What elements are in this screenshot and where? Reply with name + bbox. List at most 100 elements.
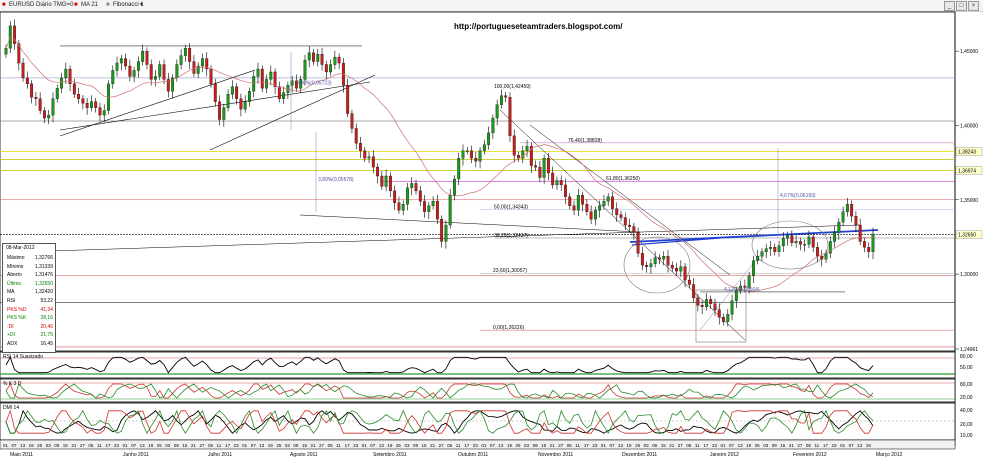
candle-body [572, 205, 576, 211]
indicator-tick-label: 50,00 [960, 365, 973, 371]
candle-body [94, 101, 98, 108]
info-key: +DI [7, 332, 15, 339]
day-tick-label: 27 [439, 443, 445, 448]
candle-body [546, 158, 550, 174]
candle-body [504, 95, 508, 98]
day-tick-label: 01 [123, 443, 129, 448]
candle-body [606, 196, 610, 202]
candle-body [265, 79, 268, 89]
candle-body [679, 266, 683, 272]
candle-body [269, 71, 273, 80]
candle-body [316, 53, 320, 62]
day-tick-label: 03 [165, 443, 171, 448]
price-tick-label: 1,24961 [960, 347, 978, 353]
day-tick-label: 19 [746, 443, 752, 448]
measure-label: 3,86%(0,05723) [296, 81, 332, 87]
day-tick-label: 15 [182, 443, 188, 448]
day-tick-label: 19 [627, 443, 633, 448]
candle-body [769, 247, 772, 249]
info-key: Aberto [7, 272, 22, 279]
day-tick-label: 21 [430, 443, 436, 448]
candle-body [119, 58, 123, 64]
candle-body [141, 51, 145, 62]
candle-body [773, 247, 777, 252]
fib-label: 50,00(1,34343) [494, 205, 528, 211]
day-tick-label: 07 [370, 443, 376, 448]
day-tick-label: 01 [840, 443, 846, 448]
ma-line [5, 36, 874, 292]
candle-body [277, 86, 281, 99]
indicator-tick-label: 20,00 [960, 395, 973, 401]
info-row: -DI 20,46 [5, 323, 55, 331]
candle-body [384, 175, 388, 187]
candle-body [470, 150, 473, 159]
day-tick-label: 23 [114, 443, 120, 448]
candle-body [89, 101, 93, 108]
candle-body [850, 204, 854, 217]
candle-body [388, 175, 392, 192]
candle-body [858, 224, 862, 242]
candle-body [230, 86, 234, 95]
measure-label: 3,89%(0,05578) [318, 177, 354, 183]
day-tick-label: 05 [806, 443, 812, 448]
day-tick-label: 23 [234, 443, 240, 448]
day-tick-label: 27 [797, 443, 803, 448]
month-label: Setembro 2011 [373, 452, 407, 458]
candle-body [499, 95, 503, 105]
month-label: Março 2012 [876, 452, 903, 458]
candle-body [700, 305, 704, 307]
day-tick-label: 05 [447, 443, 453, 448]
candle-body [25, 77, 29, 85]
day-tick-label: 27 [319, 443, 325, 448]
candle-body [226, 94, 230, 108]
candle-body [350, 113, 354, 129]
candle-body [551, 172, 555, 186]
candle-body [649, 263, 653, 267]
month-label: Novembro 2011 [538, 452, 573, 458]
candle-body [132, 70, 136, 77]
day-tick-label: 07 [12, 443, 18, 448]
candle-body [256, 68, 260, 77]
candle-body [410, 183, 414, 189]
fib-label: 100,00(1,42459) [494, 84, 531, 90]
candle-body [337, 56, 341, 64]
candle-body [235, 86, 239, 99]
indicator-tick-label: 20,00 [960, 422, 973, 428]
indicator-tick-label: 80,00 [960, 354, 973, 360]
info-value: 16,45 [40, 341, 53, 347]
candle-body [81, 98, 85, 104]
candle-body [632, 226, 636, 233]
candle-body [282, 92, 286, 99]
day-tick-label: 21 [71, 443, 77, 448]
day-tick-label: 15 [63, 443, 69, 448]
candle-body [303, 59, 307, 80]
day-tick-label: 13 [140, 443, 146, 448]
candle-body [423, 201, 426, 212]
indicator-tick-label: 40,00 [960, 408, 973, 414]
candle-body [790, 235, 794, 244]
day-tick-label: 23 [592, 443, 598, 448]
info-panel: 08-Mar-2012 Máximo 1,32766 Mínimo 1,31339 Ab… [2, 243, 56, 353]
day-tick-label: 13 [618, 443, 624, 448]
day-tick-label: 27 [678, 443, 684, 448]
info-key: ADX [7, 341, 18, 347]
candle-body [653, 257, 657, 264]
info-key: PKS %D [7, 306, 27, 313]
candle-body [623, 217, 627, 226]
candle-body [367, 156, 371, 159]
candle-body [751, 260, 755, 276]
month-label: Janeiro 2012 [710, 452, 739, 458]
day-tick-label: 19 [29, 443, 35, 448]
candle-body [465, 150, 469, 152]
candle-body [324, 64, 328, 73]
candle-body [854, 215, 858, 226]
info-value: 1,31339 [34, 263, 53, 270]
candle-body [645, 265, 649, 267]
price-chart[interactable]: 100,00(1,42459) 76,40(1,38828) 61,80(1,362… [0, 0, 983, 458]
info-value: 20,46 [40, 323, 53, 330]
day-tick-label: 19 [866, 443, 872, 448]
trend-line [19, 224, 861, 253]
panel-frames [0, 11, 956, 446]
trend-line [59, 69, 256, 137]
candle-body [444, 224, 448, 242]
